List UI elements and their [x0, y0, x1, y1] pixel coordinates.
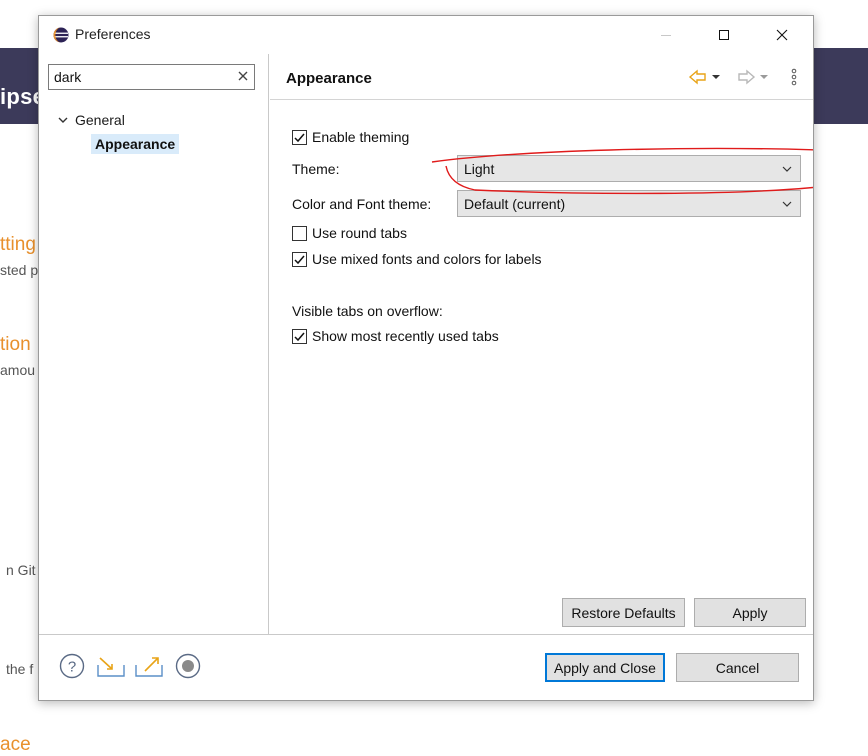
checkmark-icon	[294, 255, 305, 264]
background-text: amou	[0, 362, 36, 378]
filter-input[interactable]	[49, 65, 229, 89]
chevron-down-icon	[782, 166, 792, 172]
theme-select-value: Light	[464, 160, 495, 177]
clear-filter-icon[interactable]	[237, 70, 249, 82]
background-text: sted p	[0, 262, 39, 278]
color-font-theme-label: Color and Font theme:	[292, 196, 432, 212]
maximize-button[interactable]	[701, 16, 747, 54]
chevron-down-icon[interactable]	[57, 114, 69, 126]
enable-theming-checkbox-row[interactable]: Enable theming	[292, 129, 409, 145]
help-icon[interactable]: ?	[59, 653, 85, 679]
record-icon[interactable]	[175, 653, 201, 679]
mixed-fonts-checkbox-row[interactable]: Use mixed fonts and colors for labels	[292, 251, 542, 267]
cancel-button[interactable]: Cancel	[676, 653, 799, 682]
tree-item-general-label: General	[75, 112, 125, 128]
background-text: the f	[6, 661, 34, 677]
export-icon[interactable]	[133, 653, 165, 679]
forward-arrow-icon[interactable]	[736, 68, 770, 86]
visible-tabs-label: Visible tabs on overflow:	[292, 303, 443, 319]
preference-page: Appearance Enable theming Theme: Light C…	[270, 54, 813, 634]
theme-label: Theme:	[292, 161, 340, 177]
dialog-title: Preferences	[75, 26, 151, 42]
use-round-tabs-checkbox[interactable]	[292, 225, 307, 241]
background-link: tion	[0, 334, 31, 355]
apply-button[interactable]: Apply	[694, 598, 806, 627]
restore-defaults-button[interactable]: Restore Defaults	[562, 598, 685, 627]
minimize-button[interactable]	[643, 16, 689, 54]
background-link: ace	[0, 734, 31, 755]
close-icon	[776, 29, 788, 41]
back-arrow-icon[interactable]	[688, 68, 722, 86]
use-round-tabs-label: Use round tabs	[312, 225, 407, 241]
preferences-dialog: Preferences General Appearance App	[38, 15, 814, 701]
chevron-down-icon	[782, 201, 792, 207]
eclipse-icon	[53, 27, 69, 43]
page-title: Appearance	[286, 70, 372, 87]
theme-select[interactable]: Light	[457, 155, 801, 182]
mixed-fonts-label: Use mixed fonts and colors for labels	[312, 251, 542, 267]
minimize-icon	[661, 35, 671, 36]
filter-field	[48, 64, 255, 90]
tree-item-appearance[interactable]: Appearance	[91, 134, 180, 154]
show-recent-tabs-checkbox-row[interactable]: Show most recently used tabs	[292, 328, 499, 344]
background-link: tting	[0, 234, 36, 255]
enable-theming-label: Enable theming	[312, 129, 410, 145]
svg-text:?: ?	[68, 659, 76, 676]
page-header: Appearance	[270, 54, 813, 100]
color-font-theme-value: Default (current)	[464, 195, 566, 212]
view-menu-icon[interactable]	[788, 68, 800, 86]
dialog-button-bar: ? Apply and Close Cancel	[39, 634, 813, 700]
show-recent-tabs-label: Show most recently used tabs	[312, 328, 499, 344]
enable-theming-checkbox[interactable]	[292, 129, 307, 145]
import-icon[interactable]	[95, 653, 127, 679]
dialog-titlebar[interactable]: Preferences	[39, 16, 813, 54]
checkmark-icon	[294, 133, 305, 142]
color-font-theme-select[interactable]: Default (current)	[457, 190, 801, 217]
checkmark-icon	[294, 332, 305, 341]
use-round-tabs-checkbox-row[interactable]: Use round tabs	[292, 225, 407, 241]
maximize-icon	[719, 30, 729, 40]
preference-tree-pane: General Appearance	[39, 54, 269, 634]
show-recent-tabs-checkbox[interactable]	[292, 328, 307, 344]
tree-item-general[interactable]: General	[57, 112, 125, 128]
apply-and-close-button[interactable]: Apply and Close	[545, 653, 665, 682]
close-button[interactable]	[759, 16, 805, 54]
mixed-fonts-checkbox[interactable]	[292, 251, 307, 267]
